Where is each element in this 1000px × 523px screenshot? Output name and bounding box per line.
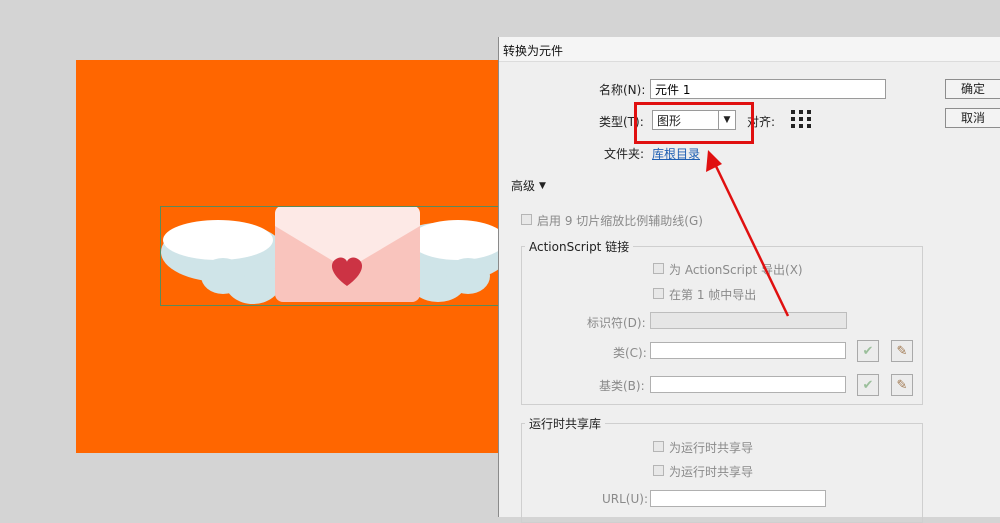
- export-in-frame1-checkbox[interactable]: [653, 288, 664, 299]
- dialog-titlebar[interactable]: 转换为元件: [499, 37, 1000, 62]
- ok-button[interactable]: 确定: [945, 79, 1000, 99]
- url-input[interactable]: [650, 490, 826, 507]
- edit-class-button[interactable]: ✎: [891, 340, 913, 362]
- annotation-arrow: [706, 150, 790, 317]
- class-input[interactable]: [650, 342, 846, 359]
- class-label: 类(C):: [613, 346, 647, 360]
- name-input[interactable]: [650, 79, 886, 99]
- triangle-down-icon: ▼: [539, 180, 546, 191]
- export-runtime-share-label: 为运行时共享导: [669, 441, 754, 455]
- enable-9slice-label: 启用 9 切片缩放比例辅助线(G): [537, 214, 703, 228]
- runtime-group-title: 运行时共享库: [525, 415, 606, 432]
- annotation-highlight-box: [634, 102, 754, 144]
- pencil-icon: ✎: [896, 377, 908, 393]
- enable-9slice-checkbox[interactable]: [521, 214, 532, 225]
- checkmark-icon: ✔: [862, 377, 874, 393]
- import-runtime-share-label: 为运行时共享导: [669, 465, 754, 479]
- registration-grid-icon[interactable]: [789, 108, 813, 130]
- validate-base-class-button[interactable]: ✔: [857, 374, 879, 396]
- url-label: URL(U):: [602, 492, 648, 506]
- dialog-title: 转换为元件: [503, 44, 564, 58]
- name-label: 名称(N):: [599, 83, 646, 97]
- cancel-button[interactable]: 取消: [945, 108, 1000, 128]
- export-runtime-share-checkbox[interactable]: [653, 441, 664, 452]
- base-class-input[interactable]: [650, 376, 846, 393]
- pencil-icon: ✎: [896, 343, 908, 359]
- export-for-actionscript-checkbox[interactable]: [653, 263, 664, 274]
- identifier-label: 标识符(D):: [587, 316, 646, 330]
- selection-bounding-box: [160, 206, 500, 306]
- base-class-label: 基类(B):: [599, 379, 645, 393]
- import-runtime-share-checkbox[interactable]: [653, 465, 664, 476]
- edit-base-class-button[interactable]: ✎: [891, 374, 913, 396]
- folder-link[interactable]: 库根目录: [652, 145, 700, 162]
- advanced-label: 高级: [511, 179, 536, 193]
- advanced-toggle[interactable]: 高级 ▼: [511, 177, 546, 194]
- checkmark-icon: ✔: [862, 343, 874, 359]
- folder-label: 文件夹:: [604, 147, 645, 161]
- actionscript-group-title: ActionScript 链接: [525, 238, 634, 255]
- validate-class-button[interactable]: ✔: [857, 340, 879, 362]
